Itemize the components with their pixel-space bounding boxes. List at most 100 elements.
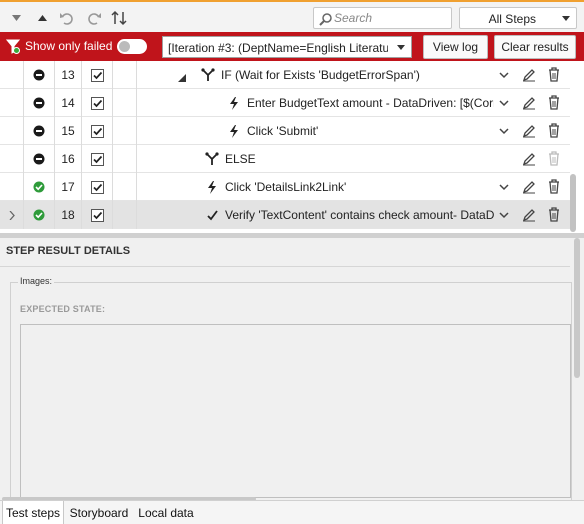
- divider: [0, 266, 570, 267]
- delete-trash-icon[interactable]: [547, 123, 561, 138]
- redo-icon[interactable]: [84, 8, 104, 28]
- chevron-down-icon: [562, 16, 570, 21]
- step-enabled-checkbox[interactable]: [82, 145, 113, 173]
- step-text: IF (Wait for Exists 'BudgetErrorSpan'): [221, 68, 420, 82]
- undo-icon[interactable]: [57, 8, 77, 28]
- clear-results-button[interactable]: Clear results: [494, 35, 576, 59]
- edit-pencil-icon[interactable]: [522, 180, 536, 194]
- show-only-failed-toggle[interactable]: [117, 39, 147, 54]
- row-indicator: [0, 201, 24, 229]
- step-number: 14: [55, 89, 82, 117]
- chevron-down-icon[interactable]: [498, 181, 510, 193]
- step-enabled-checkbox[interactable]: [82, 61, 113, 89]
- test-studio-panel: All Steps Show only failed [Iteration #3…: [0, 0, 584, 524]
- results-filter-bar: Show only failed [Iteration #3: (DeptNam…: [0, 32, 584, 61]
- step-number: 13: [55, 61, 82, 89]
- step-enabled-checkbox[interactable]: [82, 117, 113, 145]
- verify-check-icon: [202, 209, 222, 221]
- step-number: 18: [55, 201, 82, 229]
- edit-pencil-icon[interactable]: [522, 96, 536, 110]
- delete-trash-icon[interactable]: [547, 95, 561, 110]
- step-description[interactable]: IF (Wait for Exists 'BudgetErrorSpan'): [198, 61, 494, 89]
- edit-pencil-icon[interactable]: [522, 152, 536, 166]
- bottom-tabs: Test steps Storyboard Local data: [0, 500, 584, 524]
- step-number: 15: [55, 117, 82, 145]
- move-up-icon[interactable]: [32, 8, 52, 28]
- tab-storyboard[interactable]: Storyboard: [66, 501, 132, 524]
- step-description[interactable]: Click 'DetailsLink2Link': [202, 173, 494, 201]
- iteration-value: [Iteration #3: (DeptName=English Literat…: [168, 41, 388, 55]
- step-row[interactable]: 15 Click 'Submit': [0, 117, 570, 145]
- delete-trash-icon[interactable]: [547, 179, 561, 194]
- delete-trash-icon[interactable]: [547, 151, 561, 166]
- expected-state-label: EXPECTED STATE:: [20, 304, 106, 314]
- failed-filter-icon[interactable]: [6, 39, 20, 54]
- step-enabled-checkbox[interactable]: [82, 201, 113, 229]
- row-indicator: [0, 61, 24, 89]
- step-breakpoint-cell[interactable]: [113, 173, 137, 201]
- step-breakpoint-cell[interactable]: [113, 61, 137, 89]
- not-run-status-icon: [24, 61, 55, 89]
- step-row[interactable]: 13 IF (Wait for Exists 'BudgetErrorSpan'…: [0, 61, 570, 89]
- lightning-icon: [224, 124, 244, 138]
- step-enabled-checkbox[interactable]: [82, 173, 113, 201]
- edit-pencil-icon[interactable]: [522, 124, 536, 138]
- step-number: 17: [55, 173, 82, 201]
- step-breakpoint-cell[interactable]: [113, 201, 137, 229]
- step-breakpoint-cell[interactable]: [113, 117, 137, 145]
- grid-scrollbar[interactable]: [570, 174, 576, 232]
- chevron-down-icon: [397, 45, 405, 50]
- tab-test-steps[interactable]: Test steps: [2, 501, 64, 524]
- search-input[interactable]: [334, 10, 446, 26]
- lightning-icon: [202, 180, 222, 194]
- view-log-button[interactable]: View log: [423, 35, 488, 59]
- step-enabled-checkbox[interactable]: [82, 89, 113, 117]
- chevron-down-icon[interactable]: [498, 69, 510, 81]
- step-text: Click 'Submit': [247, 124, 319, 138]
- iteration-dropdown[interactable]: [Iteration #3: (DeptName=English Literat…: [162, 36, 412, 58]
- toggle-knob: [119, 41, 130, 52]
- steps-filter-value: All Steps: [488, 12, 536, 26]
- step-row[interactable]: 17 Click 'DetailsLink2Link': [0, 173, 570, 201]
- search-box[interactable]: [313, 7, 452, 29]
- step-text: Enter BudgetText amount - DataDriven: [$…: [247, 96, 494, 110]
- edit-pencil-icon[interactable]: [522, 68, 536, 82]
- edit-pencil-icon[interactable]: [522, 208, 536, 222]
- passed-status-icon: [24, 201, 55, 229]
- search-icon: [319, 13, 332, 26]
- move-steps-icon[interactable]: [110, 8, 130, 28]
- not-run-status-icon: [24, 145, 55, 173]
- tab-local-data[interactable]: Local data: [135, 501, 197, 524]
- step-text: Click 'DetailsLink2Link': [225, 180, 347, 194]
- not-run-status-icon: [24, 89, 55, 117]
- images-label: Images:: [18, 276, 55, 286]
- steps-filter-dropdown[interactable]: All Steps: [459, 7, 577, 29]
- step-description[interactable]: Click 'Submit': [224, 117, 494, 145]
- row-indicator: [0, 145, 24, 173]
- row-indicator: [0, 117, 24, 145]
- step-description[interactable]: ELSE: [202, 145, 494, 173]
- delete-trash-icon[interactable]: [547, 207, 561, 222]
- not-run-status-icon: [24, 117, 55, 145]
- row-indicator: [0, 89, 24, 117]
- step-description[interactable]: Enter BudgetText amount - DataDriven: [$…: [224, 89, 494, 117]
- delete-trash-icon[interactable]: [547, 67, 561, 82]
- step-breakpoint-cell[interactable]: [113, 89, 137, 117]
- step-result-details: STEP RESULT DETAILS Images: EXPECTED STA…: [0, 238, 584, 502]
- collapse-triangle-icon[interactable]: [178, 71, 186, 85]
- details-scrollbar[interactable]: [574, 238, 580, 378]
- step-breakpoint-cell[interactable]: [113, 145, 137, 173]
- chevron-down-icon[interactable]: [498, 125, 510, 137]
- step-row[interactable]: 16 ELSE: [0, 145, 570, 173]
- dropdown-arrow-icon[interactable]: [6, 8, 26, 28]
- step-number: 16: [55, 145, 82, 173]
- step-row[interactable]: 14 Enter BudgetText amount - DataDriven:…: [0, 89, 570, 117]
- show-only-failed-label: Show only failed: [25, 39, 113, 53]
- if-branch-icon: [202, 152, 222, 166]
- step-description[interactable]: Verify 'TextContent' contains check amou…: [202, 201, 494, 229]
- chevron-down-icon[interactable]: [498, 209, 510, 221]
- step-text: ELSE: [225, 152, 256, 166]
- chevron-down-icon[interactable]: [498, 97, 510, 109]
- expected-state-image: [20, 324, 571, 498]
- step-row[interactable]: 18 Verify 'TextContent' contains check a…: [0, 201, 570, 229]
